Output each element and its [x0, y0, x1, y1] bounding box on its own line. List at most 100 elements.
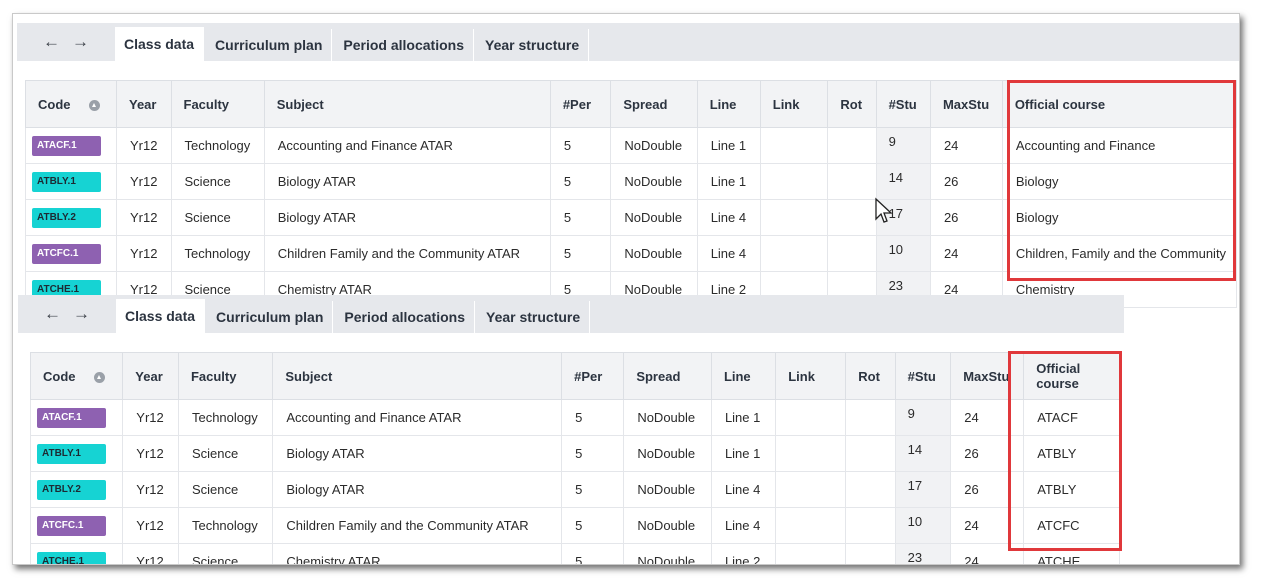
- column-header-subject[interactable]: Subject: [263, 80, 551, 128]
- cell-subject[interactable]: Biology ATAR: [272, 435, 563, 472]
- cell-maxstu[interactable]: 24: [950, 507, 1025, 544]
- cell-subject[interactable]: Biology ATAR: [263, 199, 551, 236]
- back-arrow-icon[interactable]: ←: [43, 32, 60, 52]
- cell-link[interactable]: [775, 399, 847, 436]
- cell-faculty[interactable]: Technology: [170, 127, 265, 164]
- cell-spread[interactable]: NoDouble: [623, 399, 712, 436]
- cell-code[interactable]: ATBLY.1: [29, 435, 124, 472]
- cell-year[interactable]: Yr12: [122, 543, 179, 564]
- cell-link[interactable]: [775, 435, 847, 472]
- column-header-per[interactable]: #Per: [549, 80, 612, 128]
- sort-up-icon[interactable]: [93, 371, 105, 383]
- cell-spread[interactable]: NoDouble: [610, 127, 698, 164]
- cell-line[interactable]: Line 1: [710, 399, 777, 436]
- column-header-code[interactable]: Code: [25, 80, 117, 128]
- cell-line[interactable]: Line 1: [696, 127, 761, 164]
- tab-curriculum-plan[interactable]: Curriculum plan: [207, 301, 334, 333]
- cell-year[interactable]: Yr12: [115, 235, 172, 272]
- cell-spread[interactable]: NoDouble: [623, 471, 712, 508]
- column-header-link[interactable]: Link: [775, 352, 847, 400]
- cell-per[interactable]: 5: [561, 435, 625, 472]
- cell-maxstu[interactable]: 26: [950, 435, 1025, 472]
- cell-link[interactable]: [759, 163, 829, 200]
- cell-code[interactable]: ATCFC.1: [25, 235, 117, 272]
- tab-curriculum-plan[interactable]: Curriculum plan: [206, 29, 333, 61]
- cell-spread[interactable]: NoDouble: [623, 435, 712, 472]
- cell-code[interactable]: ATACF.1: [25, 127, 117, 164]
- cell-per[interactable]: 5: [549, 163, 612, 200]
- table-row[interactable]: ATCFC.1 Yr12 Technology Children Family and…: [29, 507, 1120, 544]
- cell-stu[interactable]: 17: [894, 471, 952, 508]
- cell-rot[interactable]: [827, 163, 877, 200]
- cell-year[interactable]: Yr12: [122, 435, 179, 472]
- column-header-faculty[interactable]: Faculty: [170, 80, 265, 128]
- cell-official-course[interactable]: Accounting and Finance: [1001, 127, 1238, 164]
- cell-spread[interactable]: NoDouble: [610, 235, 698, 272]
- cell-year[interactable]: Yr12: [122, 507, 179, 544]
- tab-year-structure[interactable]: Year structure: [476, 29, 590, 61]
- cell-code[interactable]: ATCFC.1: [29, 507, 124, 544]
- cell-spread[interactable]: NoDouble: [610, 199, 698, 236]
- cell-spread[interactable]: NoDouble: [623, 507, 712, 544]
- cell-subject[interactable]: Children Family and the Community ATAR: [272, 507, 563, 544]
- cell-rot[interactable]: [845, 543, 896, 564]
- cell-year[interactable]: Yr12: [122, 471, 179, 508]
- cell-official-course[interactable]: ATBLY: [1023, 435, 1120, 472]
- column-header-official-course[interactable]: Official course: [1001, 80, 1238, 128]
- column-header-spread[interactable]: Spread: [610, 80, 698, 128]
- cell-maxstu[interactable]: 24: [950, 399, 1025, 436]
- cell-official-course[interactable]: ATBLY: [1023, 471, 1120, 508]
- cell-per[interactable]: 5: [549, 199, 612, 236]
- cell-rot[interactable]: [845, 471, 896, 508]
- cell-link[interactable]: [759, 235, 829, 272]
- cell-line[interactable]: Line 4: [696, 235, 761, 272]
- cell-subject[interactable]: Biology ATAR: [272, 471, 563, 508]
- column-header-per[interactable]: #Per: [561, 352, 625, 400]
- cell-stu[interactable]: 9: [875, 127, 931, 164]
- cell-code[interactable]: ATBLY.2: [25, 199, 117, 236]
- cell-subject[interactable]: Chemistry ATAR: [272, 543, 563, 564]
- cell-year[interactable]: Yr12: [122, 399, 179, 436]
- column-header-year[interactable]: Year: [115, 80, 172, 128]
- cell-stu[interactable]: 14: [894, 435, 952, 472]
- cell-maxstu[interactable]: 26: [950, 471, 1025, 508]
- cell-line[interactable]: Line 4: [710, 471, 777, 508]
- cell-subject[interactable]: Accounting and Finance ATAR: [263, 127, 551, 164]
- cell-code[interactable]: ATBLY.2: [29, 471, 124, 508]
- cell-per[interactable]: 5: [561, 471, 625, 508]
- cell-line[interactable]: Line 4: [696, 199, 761, 236]
- cell-official-course[interactable]: Children, Family and the Community: [1001, 235, 1238, 272]
- table-row[interactable]: ATBLY.1 Yr12 Science Biology ATAR 5 NoDouble L…: [29, 435, 1120, 472]
- cell-year[interactable]: Yr12: [115, 127, 172, 164]
- column-header-spread[interactable]: Spread: [623, 352, 712, 400]
- cell-rot[interactable]: [827, 127, 877, 164]
- column-header-stu[interactable]: #Stu: [875, 80, 931, 128]
- tab-period-allocations[interactable]: Period allocations: [335, 301, 475, 333]
- cell-per[interactable]: 5: [561, 543, 625, 564]
- tab-class-data[interactable]: Class data: [116, 299, 206, 333]
- cell-official-course[interactable]: ATCFC: [1023, 507, 1120, 544]
- cell-rot[interactable]: [845, 507, 896, 544]
- cell-spread[interactable]: NoDouble: [610, 163, 698, 200]
- cell-link[interactable]: [775, 471, 847, 508]
- cell-per[interactable]: 5: [549, 127, 612, 164]
- cell-maxstu[interactable]: 24: [950, 543, 1025, 564]
- column-header-link[interactable]: Link: [759, 80, 829, 128]
- cell-line[interactable]: Line 2: [710, 543, 777, 564]
- cell-link[interactable]: [775, 507, 847, 544]
- cell-spread[interactable]: NoDouble: [623, 543, 712, 564]
- cell-stu[interactable]: 10: [875, 235, 931, 272]
- cell-faculty[interactable]: Technology: [177, 399, 274, 436]
- table-row[interactable]: ATCHE.1 Yr12 Science Chemistry ATAR 5 NoDoubl…: [29, 543, 1120, 564]
- cell-link[interactable]: [759, 127, 829, 164]
- cell-per[interactable]: 5: [561, 399, 625, 436]
- cell-maxstu[interactable]: 26: [929, 163, 1003, 200]
- cell-code[interactable]: ATBLY.1: [25, 163, 117, 200]
- table-row[interactable]: ATBLY.2 Yr12 Science Biology ATAR 5 NoDouble L…: [29, 471, 1120, 508]
- cell-faculty[interactable]: Technology: [177, 507, 274, 544]
- column-header-subject[interactable]: Subject: [272, 352, 563, 400]
- cell-faculty[interactable]: Science: [177, 543, 274, 564]
- forward-arrow-icon[interactable]: →: [73, 304, 90, 324]
- cell-official-course[interactable]: ATCHE: [1023, 543, 1120, 564]
- cell-link[interactable]: [775, 543, 847, 564]
